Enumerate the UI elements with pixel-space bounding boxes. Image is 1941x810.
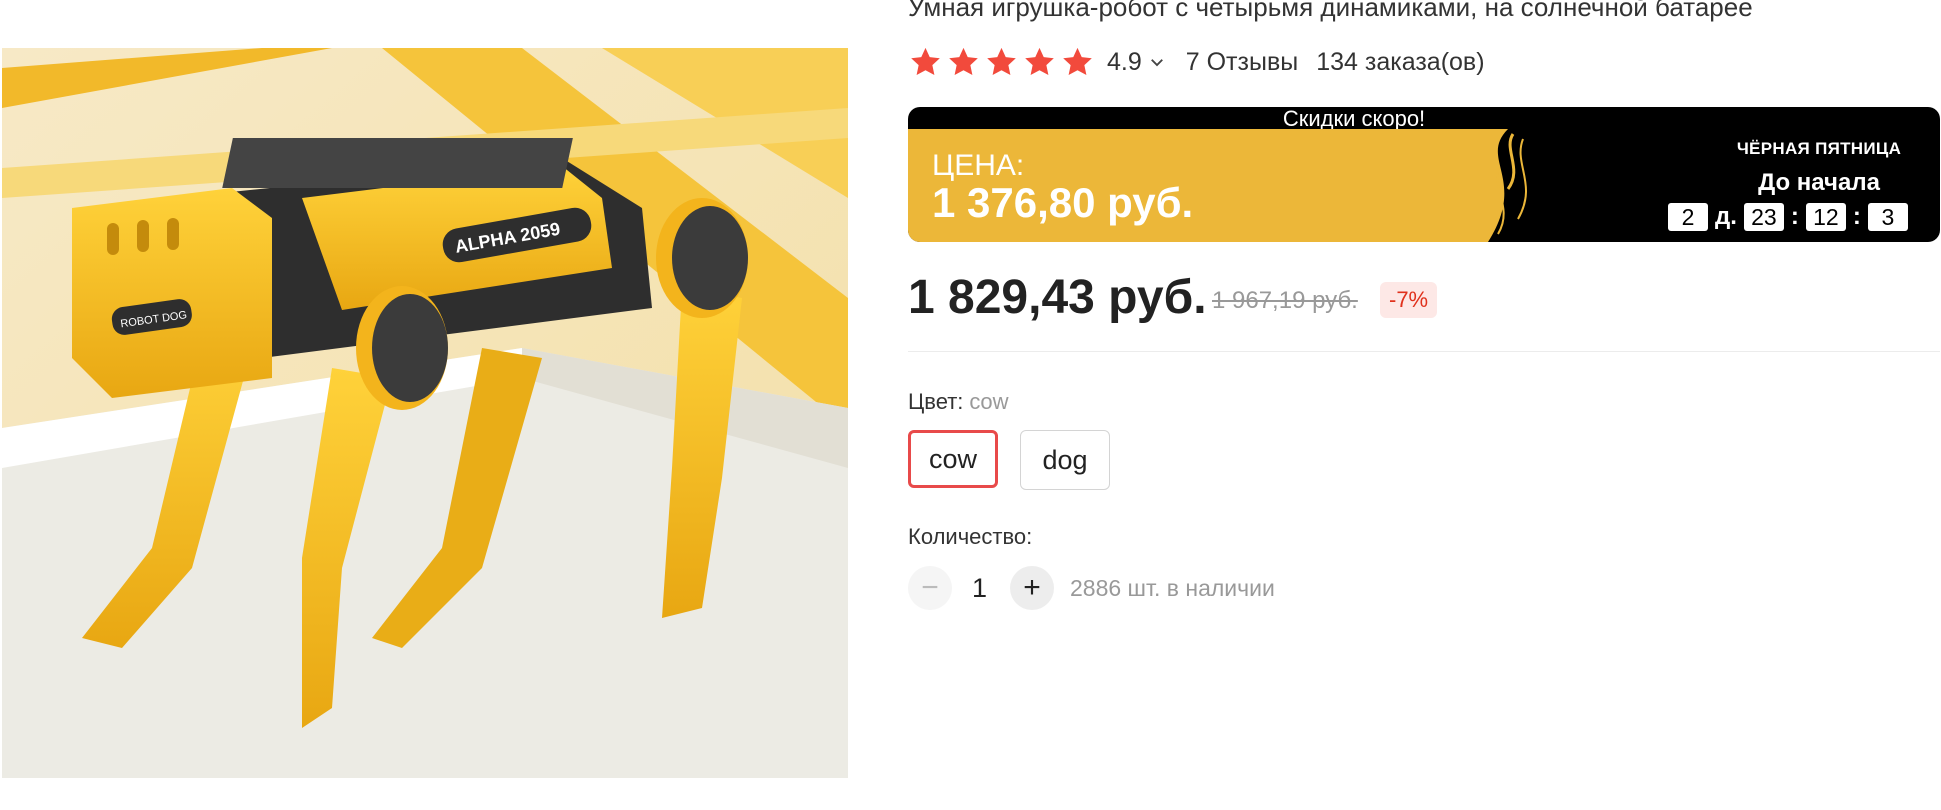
- product-image[interactable]: ROBOT DOG ALPHA 2059: [2, 48, 848, 778]
- product-info: Умная игрушка-робот с четырьмя динамикам…: [908, 0, 1940, 810]
- star-icon: [1063, 47, 1092, 75]
- discount-badge: -7%: [1380, 282, 1438, 318]
- color-option-dog[interactable]: dog: [1020, 430, 1110, 490]
- current-price: 1 829,43 руб.: [908, 271, 1207, 324]
- quantity-value[interactable]: 1: [972, 573, 987, 604]
- quantity-decrement-button[interactable]: −: [908, 566, 952, 610]
- countdown-seconds: 3: [1867, 203, 1908, 231]
- countdown-separator: :: [1790, 203, 1799, 230]
- countdown-days: 2: [1668, 203, 1708, 231]
- color-label-text: Цвет:: [908, 389, 964, 414]
- countdown-days-unit: д.: [1715, 203, 1737, 230]
- product-title: Умная игрушка-робот с четырьмя динамикам…: [908, 0, 1753, 22]
- countdown-minutes: 12: [1805, 203, 1846, 231]
- star-icon: [911, 47, 940, 75]
- star-icon: [1025, 47, 1054, 75]
- promo-price-value: 1 376,80 руб.: [932, 179, 1194, 226]
- stock-availability: 2886 шт. в наличии: [1070, 575, 1275, 601]
- countdown-separator: :: [1852, 203, 1861, 230]
- promo-banner: Скидки скоро! ЦЕНА: 1 376,80 руб. ЧЁРНАЯ…: [908, 107, 1940, 242]
- star-icon: [949, 47, 978, 75]
- color-label: Цвет: cow: [908, 389, 1009, 415]
- brush-stroke-decoration: [1488, 129, 1588, 242]
- star-icon: [987, 47, 1016, 75]
- color-selected-value: cow: [969, 389, 1009, 414]
- orders-count: 134 заказа(ов): [1316, 47, 1485, 76]
- old-price: 1 967,19 руб.: [1212, 287, 1358, 314]
- rating-stars: [908, 45, 1095, 80]
- event-subtitle: До начала: [1758, 169, 1880, 196]
- rating-value[interactable]: 4.9: [1107, 48, 1142, 77]
- rating-row: 4.9 7 Отзывы 134 заказа(ов): [908, 42, 1485, 82]
- color-option-cow[interactable]: cow: [908, 430, 998, 488]
- countdown-hours: 23: [1743, 203, 1784, 231]
- quantity-increment-button[interactable]: +: [1010, 566, 1054, 610]
- promo-top-text: Скидки скоро!: [1282, 107, 1426, 131]
- chevron-down-icon[interactable]: [1148, 53, 1166, 71]
- quantity-label: Количество:: [908, 524, 1033, 549]
- event-title: ЧЁРНАЯ ПЯТНИЦА: [1736, 139, 1902, 158]
- reviews-link[interactable]: 7 Отзывы: [1186, 48, 1298, 77]
- promo-price-label: ЦЕНА:: [932, 149, 1025, 182]
- divider: [908, 351, 1940, 352]
- black-friday-block: ЧЁРНАЯ ПЯТНИЦА До начала: [1708, 139, 1930, 197]
- countdown-timer: 2 д. 23 : 12 : 3: [1668, 203, 1908, 231]
